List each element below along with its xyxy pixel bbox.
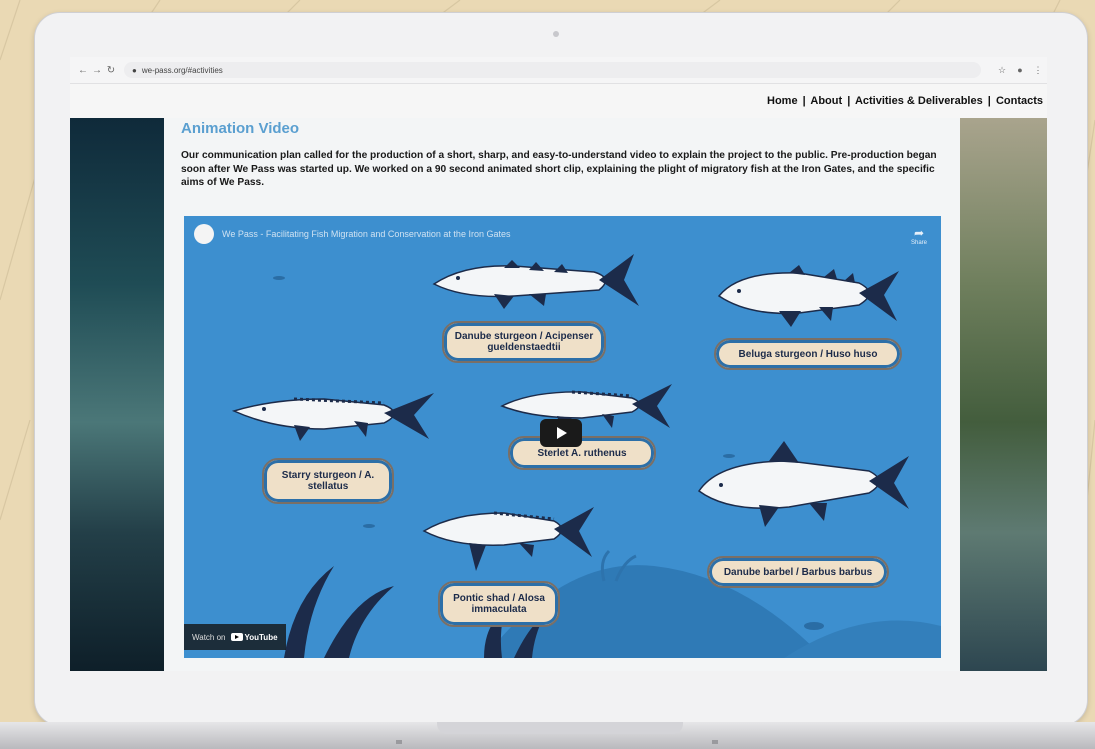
back-icon[interactable]: ← — [76, 65, 90, 76]
share-label: Share — [910, 240, 927, 246]
video-title[interactable]: We Pass - Facilitating Fish Migration an… — [222, 229, 510, 239]
section-body: Our communication plan called for the pr… — [181, 150, 937, 188]
label-starry: Starry sturgeon / A. stellatus — [262, 458, 394, 504]
nav-separator: | — [847, 95, 851, 107]
menu-icon[interactable]: ⋮ — [1029, 65, 1047, 76]
forward-icon[interactable]: → — [90, 65, 104, 76]
watch-on-label: Watch on — [192, 632, 226, 642]
watch-on-youtube-button[interactable]: Watch on YouTube — [184, 624, 286, 650]
label-barbel: Danube barbel / Barbus barbus — [707, 556, 889, 588]
youtube-icon — [230, 633, 243, 641]
reload-icon[interactable]: ↻ — [104, 65, 118, 76]
nav-activities[interactable]: Activities & Deliverables — [855, 95, 983, 107]
youtube-label: YouTube — [244, 632, 278, 642]
label-sterlet: Sterlet A. ruthenus — [508, 436, 656, 470]
web-page: Home | About | Activities & Deliverables… — [70, 84, 1047, 671]
channel-avatar[interactable] — [194, 224, 214, 244]
top-navigation: Home | About | Activities & Deliverables… — [70, 84, 1047, 118]
laptop-notch — [437, 722, 683, 734]
laptop-foot — [712, 740, 718, 744]
nav-about[interactable]: About — [810, 95, 842, 107]
laptop-foot — [396, 740, 402, 744]
star-icon[interactable]: ☆ — [993, 65, 1011, 76]
label-beluga: Beluga sturgeon / Huso huso — [714, 338, 902, 370]
url-text: we-pass.org/#activities — [141, 65, 223, 75]
nav-contacts[interactable]: Contacts — [996, 95, 1043, 107]
camera-dot — [553, 31, 559, 37]
embedded-video[interactable]: We Pass - Facilitating Fish Migration an… — [184, 216, 941, 658]
section-title: Animation Video — [181, 120, 300, 137]
play-button[interactable] — [540, 419, 582, 447]
nav-home[interactable]: Home — [767, 95, 798, 107]
label-danube-sturgeon: Danube sturgeon / Acipenser gueldenstaed… — [442, 321, 606, 363]
nav-separator: | — [802, 95, 806, 107]
label-pontic: Pontic shad / Alosa immaculata — [438, 581, 560, 627]
lock-icon: ● — [132, 65, 137, 75]
main-content: Animation Video Our communication plan c… — [164, 118, 960, 671]
side-image-left — [70, 118, 164, 671]
share-button[interactable]: ➦ Share — [911, 226, 927, 246]
profile-icon[interactable]: ● — [1011, 65, 1029, 75]
nav-separator: | — [987, 95, 991, 107]
browser-toolbar: ← → ↻ ● we-pass.org/#activities ☆ ● ⋮ — [70, 57, 1047, 84]
address-bar[interactable]: ● we-pass.org/#activities — [124, 62, 981, 78]
side-image-right — [960, 118, 1047, 671]
laptop-screen: ← → ↻ ● we-pass.org/#activities ☆ ● ⋮ Ho… — [70, 57, 1047, 671]
